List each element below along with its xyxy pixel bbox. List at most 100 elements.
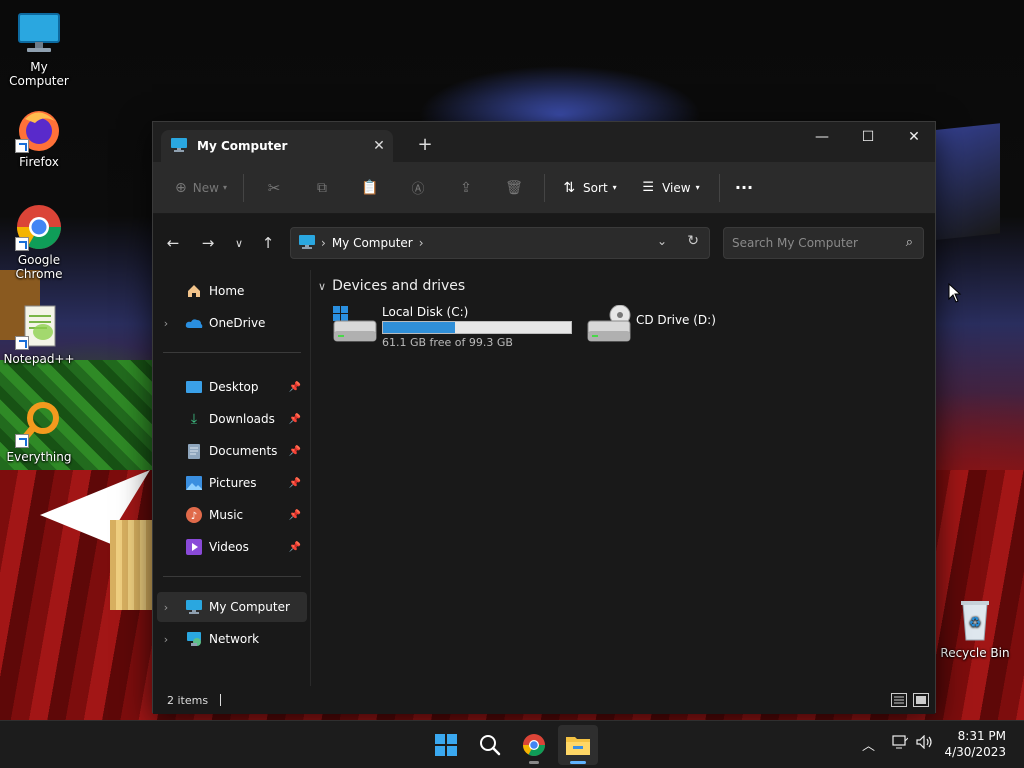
pin-icon: 📌	[288, 445, 301, 457]
minimize-button[interactable]: —	[799, 122, 845, 152]
sidebar-item-desktop[interactable]: Desktop 📌	[157, 372, 307, 402]
see-more-button[interactable]: ···	[726, 171, 762, 205]
arrow-left-icon: ←	[166, 234, 180, 252]
share-button[interactable]: ⇪	[442, 171, 490, 205]
network-icon	[185, 631, 203, 647]
title-bar[interactable]: My Computer ✕ + — ☐ ✕	[153, 122, 935, 162]
desktop-icon-everything[interactable]: Everything	[0, 400, 78, 464]
sidebar-item-documents[interactable]: Documents 📌	[157, 436, 307, 466]
sidebar-divider	[163, 352, 301, 353]
sidebar-item-onedrive[interactable]: › OneDrive	[157, 308, 307, 338]
network-status-icon[interactable]	[892, 735, 909, 753]
close-button[interactable]: ✕	[891, 122, 937, 152]
windows-logo-icon	[435, 734, 457, 756]
back-button[interactable]: ←	[159, 230, 187, 256]
sidebar-item-network[interactable]: › Network	[157, 624, 307, 654]
sidebar-item-label: Music	[209, 508, 244, 522]
desktop-icon-chrome[interactable]: Google Chrome	[0, 203, 78, 281]
maximize-button[interactable]: ☐	[845, 122, 891, 152]
drive-local-disk-c[interactable]: Local Disk (C:) 61.1 GB free of 99.3 GB	[332, 305, 572, 349]
sidebar-item-home[interactable]: Home	[157, 276, 307, 306]
new-button[interactable]: ⊕ New ▾	[165, 171, 237, 205]
tab-close-button[interactable]: ✕	[365, 134, 393, 158]
address-bar[interactable]: › My Computer › ⌄ ↻	[290, 227, 710, 259]
volume-icon[interactable]	[916, 734, 934, 753]
tiles-view-icon	[916, 696, 926, 704]
chevron-down-icon: ▾	[612, 183, 617, 192]
drive-usage-bar	[382, 321, 572, 334]
taskbar-file-explorer[interactable]	[558, 725, 598, 765]
drive-name: Local Disk (C:)	[382, 305, 469, 319]
desktop-icon-firefox[interactable]: Firefox	[0, 105, 78, 169]
toolbar-divider	[243, 173, 244, 202]
content-pane: ∨ Devices and drives Local Disk (C:) 61.…	[312, 270, 935, 686]
recent-locations-button[interactable]: ∨	[225, 230, 253, 256]
sidebar-item-pictures[interactable]: Pictures 📌	[157, 468, 307, 498]
breadcrumb-my-computer[interactable]: My Computer	[332, 236, 413, 250]
details-view-button[interactable]	[891, 693, 907, 707]
search-box[interactable]: ⌕	[723, 227, 924, 259]
new-tab-button[interactable]: +	[411, 132, 439, 156]
address-dropdown-icon[interactable]: ⌄	[657, 234, 667, 248]
desktop-icon-my-computer[interactable]: My Computer	[0, 10, 78, 88]
toolbar-divider	[719, 173, 720, 202]
chevron-down-icon: ▾	[222, 183, 227, 192]
breadcrumb-chevron-icon: ›	[418, 236, 424, 250]
up-button[interactable]: ↑	[254, 230, 282, 256]
sidebar-item-my-computer[interactable]: › My Computer	[157, 592, 307, 622]
group-header-devices[interactable]: ∨ Devices and drives	[318, 278, 465, 294]
rename-button[interactable]: Ⓐ	[394, 171, 442, 205]
tiles-view-button[interactable]	[913, 693, 929, 707]
tab-my-computer[interactable]: My Computer ✕	[161, 130, 393, 162]
view-button[interactable]: ☰ View ▾	[629, 171, 713, 205]
start-button[interactable]	[426, 725, 466, 765]
desktop-icon-notepadpp[interactable]: Notepad++	[0, 302, 78, 366]
file-explorer-window: My Computer ✕ + — ☐ ✕ ⊕ New ▾ ✂ ⧉ 📋 Ⓐ ⇪ …	[152, 121, 936, 714]
search-input[interactable]	[724, 228, 884, 258]
expand-chevron-icon[interactable]: ›	[157, 601, 175, 614]
desktop-icon-recycle-bin[interactable]: ♻ Recycle Bin	[936, 596, 1014, 660]
desktop-icon-label: My Computer	[9, 60, 69, 88]
taskbar-chrome[interactable]	[514, 725, 554, 765]
forward-button[interactable]: →	[194, 230, 222, 256]
command-bar: ⊕ New ▾ ✂ ⧉ 📋 Ⓐ ⇪ 🗑 ⇅ Sort ▾ ☰ View ▾ ··…	[153, 162, 935, 214]
search-icon: ⌕	[905, 235, 913, 250]
arrow-right-icon: →	[201, 234, 215, 252]
cut-button[interactable]: ✂	[250, 171, 298, 205]
expand-chevron-icon[interactable]: ›	[157, 317, 175, 330]
monitor-icon	[299, 234, 315, 252]
sidebar-item-label: Pictures	[209, 476, 257, 490]
document-icon	[185, 443, 203, 459]
sidebar-item-label: Videos	[209, 540, 249, 554]
delete-button[interactable]: 🗑	[490, 171, 538, 205]
pin-icon: 📌	[288, 541, 301, 553]
details-view-icon	[894, 696, 904, 704]
search-icon	[480, 735, 501, 756]
refresh-icon[interactable]: ↻	[687, 233, 699, 249]
sidebar-item-label: Downloads	[209, 412, 275, 426]
sidebar-item-downloads[interactable]: ⤓ Downloads 📌	[157, 404, 307, 434]
drive-cd-d[interactable]: CD Drive (D:)	[586, 304, 716, 345]
copy-icon: ⧉	[317, 179, 327, 196]
sort-button[interactable]: ⇅ Sort ▾	[551, 171, 629, 205]
sort-arrows-icon: ⇅	[563, 179, 576, 196]
view-button-label: View	[662, 180, 691, 195]
taskbar-search-button[interactable]	[470, 725, 510, 765]
status-bar: 2 items	[153, 686, 935, 714]
sidebar-item-music[interactable]: ♪ Music 📌	[157, 500, 307, 530]
paste-button[interactable]: 📋	[346, 171, 394, 205]
tray-overflow-chevron-icon[interactable]: ︿	[862, 735, 875, 754]
breadcrumb-chevron-icon: ›	[321, 236, 326, 250]
taskbar-clock[interactable]: 8:31 PM 4/30/2023	[944, 728, 1006, 760]
sidebar-item-videos[interactable]: Videos 📌	[157, 532, 307, 562]
drive-usage-fill	[383, 322, 456, 333]
clock-date: 4/30/2023	[944, 745, 1006, 759]
copy-button[interactable]: ⧉	[298, 171, 346, 205]
expand-chevron-icon[interactable]: ›	[157, 633, 175, 646]
shortcut-arrow-icon	[15, 434, 29, 448]
plus-circle-icon: ⊕	[175, 179, 187, 196]
group-header-label: Devices and drives	[332, 278, 466, 294]
hard-drive-icon	[332, 305, 378, 345]
pin-icon: 📌	[288, 413, 301, 425]
shortcut-arrow-icon	[15, 139, 29, 153]
